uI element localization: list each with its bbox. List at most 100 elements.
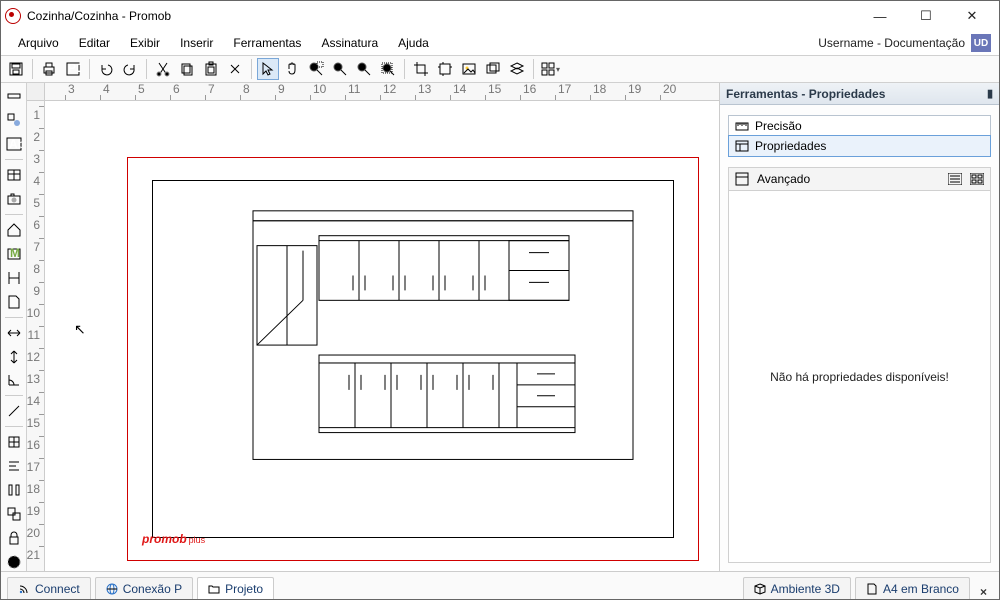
tab-projeto[interactable]: Projeto	[197, 577, 274, 599]
text-icon: Ab	[6, 136, 22, 152]
precision-icon	[735, 120, 749, 132]
lt-misc3-button[interactable]	[5, 481, 23, 499]
tab-precisao-label: Precisão	[755, 119, 802, 133]
document-page[interactable]: promobplus	[127, 157, 699, 561]
minimize-button[interactable]: —	[857, 1, 903, 31]
paste-icon	[203, 61, 219, 77]
window-title: Cozinha/Cozinha - Promob	[27, 9, 857, 23]
canvas[interactable]: ↖	[45, 101, 719, 571]
tab-conexaop[interactable]: Conexão P	[95, 577, 193, 599]
lt-vmeasure-button[interactable]	[5, 348, 23, 366]
close-button[interactable]: ✕	[949, 1, 995, 31]
settings-icon	[6, 554, 22, 570]
save-icon	[8, 61, 24, 77]
redo-icon	[122, 61, 138, 77]
user-label: Username - Documentação	[818, 36, 965, 50]
tab-connect[interactable]: Connect	[7, 577, 91, 599]
menu-editar[interactable]: Editar	[70, 34, 119, 52]
menu-assinatura[interactable]: Assinatura	[312, 34, 387, 52]
lt-m-button[interactable]: M	[5, 245, 23, 263]
horizontal-ruler: 34567891011121314151617181920	[45, 83, 719, 101]
print-icon	[41, 61, 57, 77]
lt-text-button[interactable]: Ab	[5, 135, 23, 153]
globe-icon	[106, 583, 118, 595]
hand-icon	[284, 61, 300, 77]
delete-icon	[227, 61, 243, 77]
cut-button[interactable]	[152, 58, 174, 80]
shapes-icon	[6, 112, 22, 128]
zoom-fit-icon	[380, 61, 396, 77]
lt-misc2-button[interactable]	[5, 457, 23, 475]
lt-home-button[interactable]	[5, 221, 23, 239]
pan-button[interactable]	[281, 58, 303, 80]
properties-tabs: Precisão Propriedades	[728, 115, 991, 157]
menu-arquivo[interactable]: Arquivo	[9, 34, 68, 52]
tab-ambiente[interactable]: Ambiente 3D	[743, 577, 851, 599]
pin-icon[interactable]: ▮	[987, 87, 993, 100]
print-button[interactable]	[38, 58, 60, 80]
folder-icon	[208, 583, 220, 595]
lt-dim-button[interactable]	[5, 269, 23, 287]
tab-connect-label: Connect	[35, 582, 80, 596]
maximize-button[interactable]: ☐	[903, 1, 949, 31]
lt-misc4-button[interactable]	[5, 505, 23, 523]
menu-ferramentas[interactable]: Ferramentas	[224, 34, 310, 52]
view-grid-button[interactable]	[970, 173, 984, 185]
undo-button[interactable]	[95, 58, 117, 80]
zoom-window-button[interactable]	[305, 58, 327, 80]
crop2-button[interactable]	[434, 58, 456, 80]
lt-misc1-button[interactable]	[5, 433, 23, 451]
cube-icon	[754, 583, 766, 595]
camera-icon	[6, 191, 22, 207]
img1-button[interactable]	[458, 58, 480, 80]
layers-button[interactable]	[506, 58, 528, 80]
tab-close-button[interactable]: ×	[974, 585, 993, 599]
images-icon	[485, 61, 501, 77]
user-badge[interactable]: UD	[971, 34, 991, 52]
zoom-out-button[interactable]	[353, 58, 375, 80]
lt-misc6-button[interactable]	[5, 553, 23, 571]
palette-button[interactable]: ▾	[539, 58, 561, 80]
angle-icon	[6, 372, 22, 388]
lt-page-button[interactable]	[5, 293, 23, 311]
properties-panel: Ferramentas - Propriedades ▮ Precisão Pr…	[719, 83, 999, 571]
menu-exibir[interactable]: Exibir	[121, 34, 169, 52]
palette-icon	[540, 61, 556, 77]
hmeasure-icon	[6, 325, 22, 341]
copy-button[interactable]	[176, 58, 198, 80]
lt-basic-button[interactable]	[5, 111, 23, 129]
tab-a4[interactable]: A4 em Branco	[855, 577, 970, 599]
tab-conexaop-label: Conexão P	[123, 582, 182, 596]
lt-angle-button[interactable]	[5, 371, 23, 389]
lt-hmeasure-button[interactable]	[5, 324, 23, 342]
zoom-fit-button[interactable]	[377, 58, 399, 80]
paste-button[interactable]	[200, 58, 222, 80]
group-icon	[6, 506, 22, 522]
delete-button[interactable]	[224, 58, 246, 80]
lt-line-button[interactable]	[5, 402, 23, 420]
menu-ajuda[interactable]: Ajuda	[389, 34, 438, 52]
page-border	[152, 180, 674, 538]
rss-icon	[18, 583, 30, 595]
crop1-button[interactable]	[410, 58, 432, 80]
lt-draw-button[interactable]	[5, 87, 23, 105]
main-toolbar: PDF ▾	[1, 55, 999, 83]
menu-inserir[interactable]: Inserir	[171, 34, 222, 52]
lt-camera-button[interactable]	[5, 190, 23, 208]
pointer-button[interactable]	[257, 58, 279, 80]
redo-button[interactable]	[119, 58, 141, 80]
tab-precisao[interactable]: Precisão	[729, 116, 990, 136]
tab-a4-label: A4 em Branco	[883, 582, 959, 596]
layers-icon	[509, 61, 525, 77]
copy-icon	[179, 61, 195, 77]
tab-propriedades[interactable]: Propriedades	[728, 135, 991, 157]
view-list-button[interactable]	[948, 173, 962, 185]
crop-icon	[413, 61, 429, 77]
lt-misc5-button[interactable]	[5, 529, 23, 547]
zoom-in-button[interactable]	[329, 58, 351, 80]
img2-button[interactable]	[482, 58, 504, 80]
lt-table-button[interactable]	[5, 166, 23, 184]
pdf-button[interactable]: PDF	[62, 58, 84, 80]
pointer-icon	[260, 61, 276, 77]
save-button[interactable]	[5, 58, 27, 80]
